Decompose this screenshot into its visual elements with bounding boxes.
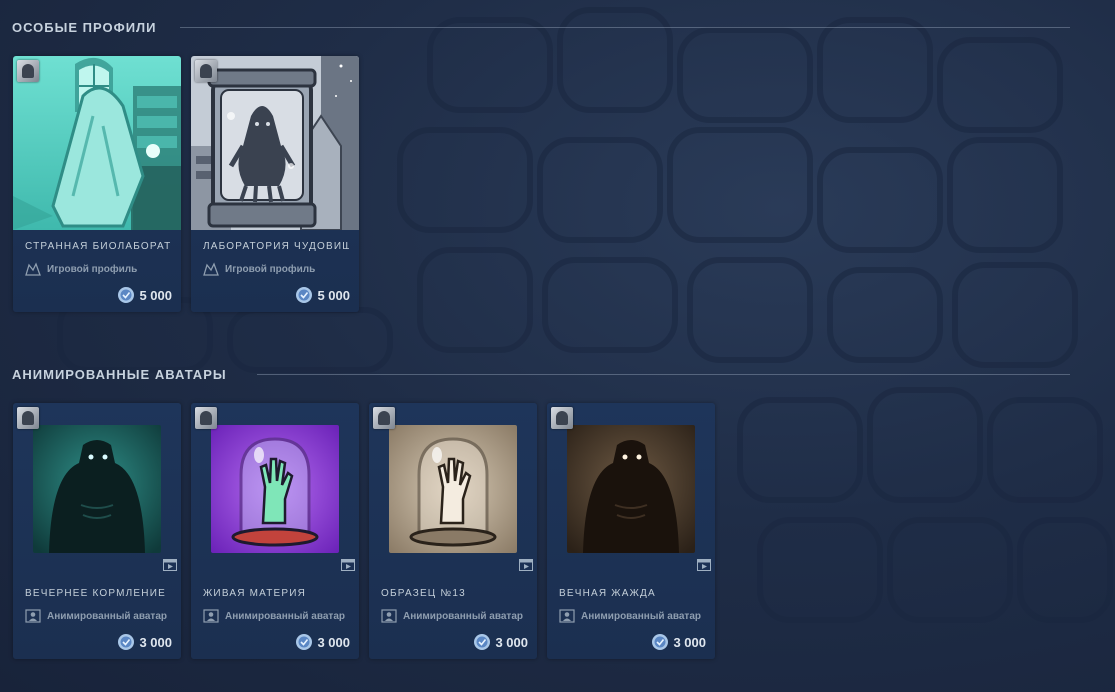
avatar-icon <box>25 609 41 623</box>
item-price[interactable]: 3 000 <box>473 633 528 651</box>
item-price[interactable]: 3 000 <box>117 633 172 651</box>
item-preview-evening-feeding <box>13 403 181 577</box>
animated-icon <box>341 559 355 571</box>
game-badge-icon[interactable] <box>195 407 217 429</box>
steam-points-icon <box>296 287 313 303</box>
steam-points-icon <box>118 634 135 650</box>
item-preview-living-matter <box>191 403 359 577</box>
item-type: Анимированный аватар <box>203 609 345 623</box>
item-type: Игровой профиль <box>25 262 137 276</box>
item-preview-eternal-thirst <box>547 403 715 577</box>
item-preview-strange-biolab <box>13 56 181 230</box>
section-title-special-profiles: ОСОБЫЕ ПРОФИЛИ <box>12 19 157 35</box>
steam-points-icon <box>118 287 135 303</box>
section-title-animated-avatars: АНИМИРОВАННЫЕ АВАТАРЫ <box>12 366 227 382</box>
section-divider <box>180 27 1070 28</box>
animated-icon <box>519 559 533 571</box>
animated-icon <box>163 559 177 571</box>
item-price-value: 3 000 <box>317 634 350 650</box>
item-card-evening-feeding[interactable]: ВЕЧЕРНЕЕ КОРМЛЕНИЕ Анимированный аватар … <box>13 403 181 659</box>
item-name: ВЕЧЕРНЕЕ КОРМЛЕНИЕ <box>25 588 166 599</box>
item-type-label: Игровой профиль <box>225 263 316 275</box>
item-price-value: 5 000 <box>317 287 350 303</box>
item-name: ОБРАЗЕЦ №13 <box>381 588 466 599</box>
item-type-label: Анимированный аватар <box>47 610 167 622</box>
item-price[interactable]: 5 000 <box>295 286 350 304</box>
item-price[interactable]: 3 000 <box>295 633 350 651</box>
item-name: ЖИВАЯ МАТЕРИЯ <box>203 588 307 599</box>
item-price[interactable]: 3 000 <box>651 633 706 651</box>
item-name: ЛАБОРАТОРИЯ ЧУДОВИЩ <box>203 241 349 252</box>
game-badge-icon[interactable] <box>195 60 217 82</box>
steam-points-icon <box>652 634 669 650</box>
game-badge-icon[interactable] <box>17 407 39 429</box>
item-preview-monster-lab <box>191 56 359 230</box>
item-type: Анимированный аватар <box>25 609 167 623</box>
item-type-label: Анимированный аватар <box>403 610 523 622</box>
item-card-monster-lab[interactable]: ЛАБОРАТОРИЯ ЧУДОВИЩ Игровой профиль 5 00… <box>191 56 359 312</box>
profile-icon <box>203 262 219 276</box>
item-name: СТРАННАЯ БИОЛАБОРАТОРИЯ <box>25 241 171 252</box>
item-price-value: 5 000 <box>139 287 172 303</box>
item-type: Анимированный аватар <box>559 609 701 623</box>
section-divider <box>257 374 1070 375</box>
item-card-eternal-thirst[interactable]: ВЕЧНАЯ ЖАЖДА Анимированный аватар 3 000 <box>547 403 715 659</box>
item-type: Игровой профиль <box>203 262 315 276</box>
profile-icon <box>25 262 41 276</box>
item-price-value: 3 000 <box>673 634 706 650</box>
item-type: Анимированный аватар <box>381 609 523 623</box>
item-card-living-matter[interactable]: ЖИВАЯ МАТЕРИЯ Анимированный аватар 3 000 <box>191 403 359 659</box>
game-badge-icon[interactable] <box>17 60 39 82</box>
item-price[interactable]: 5 000 <box>117 286 172 304</box>
avatar-icon <box>203 609 219 623</box>
game-badge-icon[interactable] <box>373 407 395 429</box>
steam-points-icon <box>474 634 491 650</box>
avatar-icon <box>559 609 575 623</box>
item-price-value: 3 000 <box>139 634 172 650</box>
item-name: ВЕЧНАЯ ЖАЖДА <box>559 588 656 599</box>
steam-points-icon <box>296 634 313 650</box>
item-preview-specimen-13 <box>369 403 537 577</box>
item-type-label: Анимированный аватар <box>225 610 345 622</box>
avatar-icon <box>381 609 397 623</box>
game-badge-icon[interactable] <box>551 407 573 429</box>
item-type-label: Анимированный аватар <box>581 610 701 622</box>
item-card-specimen-13[interactable]: ОБРАЗЕЦ №13 Анимированный аватар 3 000 <box>369 403 537 659</box>
item-price-value: 3 000 <box>495 634 528 650</box>
item-card-strange-biolab[interactable]: СТРАННАЯ БИОЛАБОРАТОРИЯ Игровой профиль … <box>13 56 181 312</box>
item-type-label: Игровой профиль <box>47 263 138 275</box>
animated-icon <box>697 559 711 571</box>
